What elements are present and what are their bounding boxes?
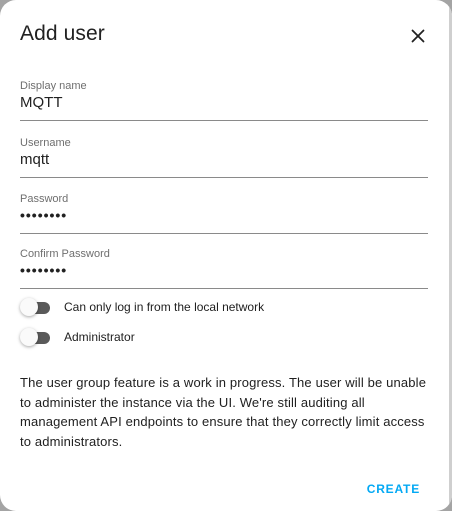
display-name-input[interactable] bbox=[20, 94, 428, 111]
add-user-dialog: Add user Display name Username Password … bbox=[0, 0, 452, 511]
password-input[interactable]: •••••••• bbox=[20, 207, 428, 223]
administrator-toggle[interactable] bbox=[20, 328, 52, 346]
local-only-row: Can only log in from the local network bbox=[20, 298, 428, 318]
close-button[interactable] bbox=[404, 22, 432, 50]
close-icon bbox=[411, 29, 425, 43]
toggle-thumb bbox=[20, 328, 38, 346]
toggle-thumb bbox=[20, 298, 38, 316]
confirm-password-label: Confirm Password bbox=[20, 248, 110, 260]
display-name-field[interactable]: Display name bbox=[20, 80, 428, 121]
info-text: The user group feature is a work in prog… bbox=[20, 375, 427, 449]
create-button[interactable]: CREATE bbox=[365, 478, 422, 500]
password-field[interactable]: Password •••••••• bbox=[20, 193, 428, 234]
dialog-title: Add user bbox=[20, 22, 105, 45]
confirm-password-field[interactable]: Confirm Password •••••••• bbox=[20, 248, 428, 289]
administrator-label: Administrator bbox=[64, 330, 135, 344]
local-only-toggle[interactable] bbox=[20, 298, 52, 316]
confirm-password-input[interactable]: •••••••• bbox=[20, 262, 428, 278]
administrator-row: Administrator bbox=[20, 328, 428, 348]
username-input[interactable] bbox=[20, 151, 428, 168]
local-only-label: Can only log in from the local network bbox=[64, 300, 265, 314]
password-label: Password bbox=[20, 193, 69, 205]
username-field[interactable]: Username bbox=[20, 137, 428, 178]
display-name-label: Display name bbox=[20, 80, 87, 92]
dialog-header: Add user bbox=[20, 18, 432, 54]
username-label: Username bbox=[20, 137, 71, 149]
